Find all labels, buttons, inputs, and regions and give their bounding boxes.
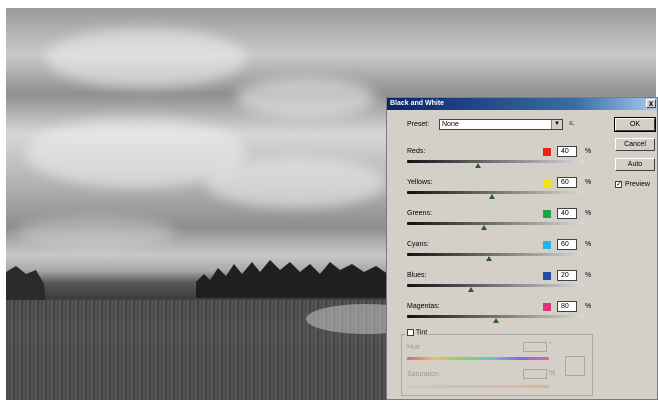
percent-sign: % [585,272,592,279]
hue-unit: ° [549,342,552,349]
tint-label: Tint [415,329,428,337]
slider-thumb[interactable] [468,287,475,292]
saturation-field[interactable] [523,369,547,379]
slider-label: Greens: [407,210,432,217]
tint-color-swatch[interactable] [565,356,585,376]
hue-label: Hue [407,344,420,351]
tree-line [196,260,396,298]
dialog-title: Black and White [390,100,445,107]
slider-label: Yellows: [407,179,433,186]
saturation-slider-track[interactable] [407,385,549,388]
slider-track[interactable] [407,160,585,163]
percent-sign: % [585,241,592,248]
color-swatch [543,303,551,311]
preview-checkbox[interactable]: ✓ [615,181,622,188]
color-swatch [543,272,551,280]
color-swatch [543,241,551,249]
black-and-white-dialog: Black and White x Preset: None ▼ ≡, OK C… [386,97,658,400]
hue-field[interactable] [523,342,547,352]
percent-sign: % [585,303,592,310]
slider-label: Cyans: [407,241,429,248]
slider-value-field[interactable]: 80 [557,301,577,312]
slider-thumb[interactable] [493,318,499,323]
slider-track[interactable] [407,284,585,287]
auto-button[interactable]: Auto [615,158,655,171]
cloud [46,28,246,88]
slider-value-field[interactable]: 20 [557,270,577,281]
slider-value-field[interactable]: 40 [557,146,577,157]
color-swatch [543,179,551,187]
chevron-down-icon[interactable]: ▼ [551,120,562,129]
slider-thumb[interactable] [475,163,482,168]
slider-thumb[interactable] [489,194,496,199]
preset-value: None [442,121,459,128]
slider-track[interactable] [407,191,585,194]
preview-label: Preview [625,181,650,188]
ok-button[interactable]: OK [614,117,656,132]
slider-value-field[interactable]: 60 [557,239,577,250]
slider-label: Magentas: [407,303,440,310]
preset-label: Preset: [407,121,430,128]
tint-checkbox[interactable] [407,329,414,336]
percent-sign: % [585,210,592,217]
percent-sign: % [585,148,592,155]
color-swatch [543,148,551,156]
slider-label: Blues: [407,272,427,279]
saturation-label: Saturation [407,371,439,378]
hue-slider-track[interactable] [407,357,549,360]
cancel-button[interactable]: Cancel [615,138,655,151]
tint-legend: Tint [405,329,430,337]
bush-left [6,266,46,304]
cloud [236,78,376,118]
slider-thumb[interactable] [480,225,487,230]
slider-thumb[interactable] [485,256,492,261]
dialog-title-bar[interactable]: Black and White x [387,98,657,110]
slider-value-field[interactable]: 40 [557,208,577,219]
saturation-unit: % [549,370,556,377]
cloud [16,218,176,248]
slider-value-field[interactable]: 60 [557,177,577,188]
slider-track[interactable] [407,253,585,256]
color-swatch [543,210,551,218]
percent-sign: % [585,179,592,186]
slider-label: Reds: [407,148,426,155]
slider-track[interactable] [407,222,585,225]
close-icon[interactable]: x [646,99,656,108]
cloud [206,158,386,208]
preset-select[interactable]: None ▼ [439,119,563,130]
preset-options-icon[interactable]: ≡, [569,121,574,127]
